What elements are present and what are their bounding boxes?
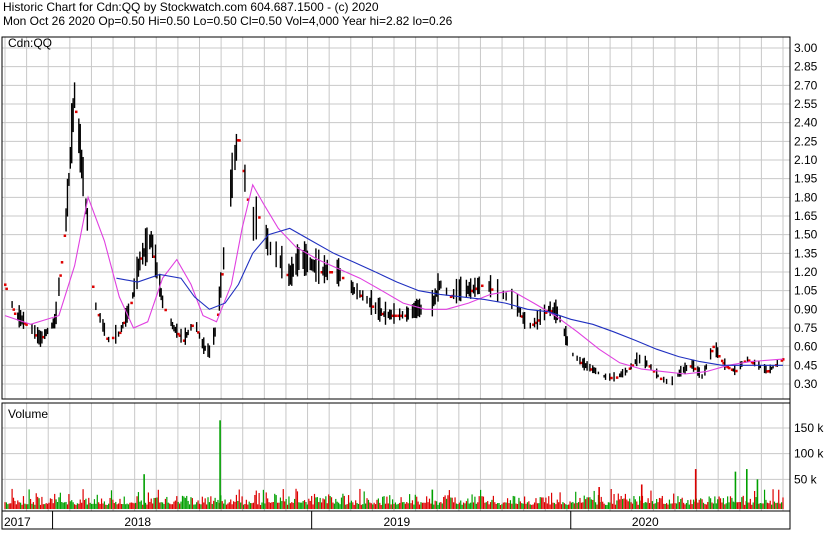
volume-tick-label: 50 k <box>794 472 818 486</box>
price-tick <box>221 273 224 276</box>
price-tick-label: 1.35 <box>794 246 818 260</box>
price-tick <box>74 110 78 114</box>
price-tick <box>59 274 62 277</box>
price-panel-frame <box>1 36 791 400</box>
price-tick-label: 2.10 <box>794 153 818 167</box>
price-tick <box>5 287 8 291</box>
price-tick <box>341 276 345 280</box>
price-tick <box>258 216 261 219</box>
year-label: 2018 <box>124 515 151 529</box>
price-tick <box>25 323 28 326</box>
price-tick-label: 1.05 <box>794 284 818 298</box>
price-tick <box>718 355 721 358</box>
volume-tick-label: 100 k <box>794 447 824 461</box>
price-tick-label: 1.20 <box>794 265 818 279</box>
price-tick-label: 1.95 <box>794 172 818 186</box>
price-tick <box>712 345 715 349</box>
price-tick <box>735 369 738 373</box>
price-tick <box>610 376 613 380</box>
volume-grid <box>2 403 790 511</box>
volume-panel-frame <box>1 402 791 512</box>
stock-chart: 3.00 2.85 2.70 2.55 2.40 2.25 2.10 1.95 1.80 1.65… <box>1 36 824 530</box>
price-tick-label: 0.75 <box>794 321 818 335</box>
price-tick-label: 0.90 <box>794 302 818 316</box>
price-tick <box>12 308 16 311</box>
price-tick-label: 2.40 <box>794 116 818 130</box>
price-tick <box>164 308 167 312</box>
price-tick <box>13 312 17 315</box>
price-tick-label: 0.30 <box>794 377 818 391</box>
price-tick <box>60 261 64 264</box>
price-tick <box>394 314 397 318</box>
price-tick-label: 1.50 <box>794 228 818 242</box>
price-tick-label: 2.70 <box>794 78 818 92</box>
price-tick <box>330 271 334 274</box>
price-tick <box>615 376 619 379</box>
panel-frames <box>1 36 791 530</box>
price-tick <box>92 285 95 289</box>
price-panel-title: Cdn:QQ <box>8 36 52 50</box>
price-tick-label: 2.55 <box>794 97 818 111</box>
year-label: 2017 <box>4 515 31 529</box>
price-grid <box>2 37 790 399</box>
price-tick <box>711 349 714 353</box>
price-tick <box>191 324 194 328</box>
price-tick-label: 0.60 <box>794 340 818 354</box>
axis-labels: 3.00 2.85 2.70 2.55 2.40 2.25 2.10 1.95 1.80 1.65… <box>4 41 824 529</box>
price-tick <box>130 301 133 305</box>
price-tick <box>693 367 697 371</box>
volume-tick-label: 150 k <box>794 421 824 435</box>
price-tick-label: 3.00 <box>794 41 818 55</box>
ma-long-line <box>116 227 783 366</box>
price-tick-label: 2.85 <box>794 60 818 74</box>
price-tick <box>238 139 241 142</box>
price-tick <box>490 288 494 291</box>
price-tick <box>481 284 484 288</box>
price-tick-label: 0.45 <box>794 358 818 372</box>
price-tick-label: 2.25 <box>794 134 818 148</box>
year-label: 2019 <box>383 515 410 529</box>
price-tick <box>4 283 7 286</box>
price-tick <box>63 234 67 237</box>
price-tick <box>728 366 731 370</box>
price-tick <box>371 305 375 308</box>
year-label: 2020 <box>632 515 659 529</box>
price-tick-label: 1.80 <box>794 190 818 204</box>
price-tick <box>111 336 115 340</box>
price-tick <box>720 359 724 363</box>
volume-panel-title: Volume <box>8 407 48 421</box>
price-tick <box>659 377 663 381</box>
price-tick-label: 1.65 <box>794 209 818 223</box>
